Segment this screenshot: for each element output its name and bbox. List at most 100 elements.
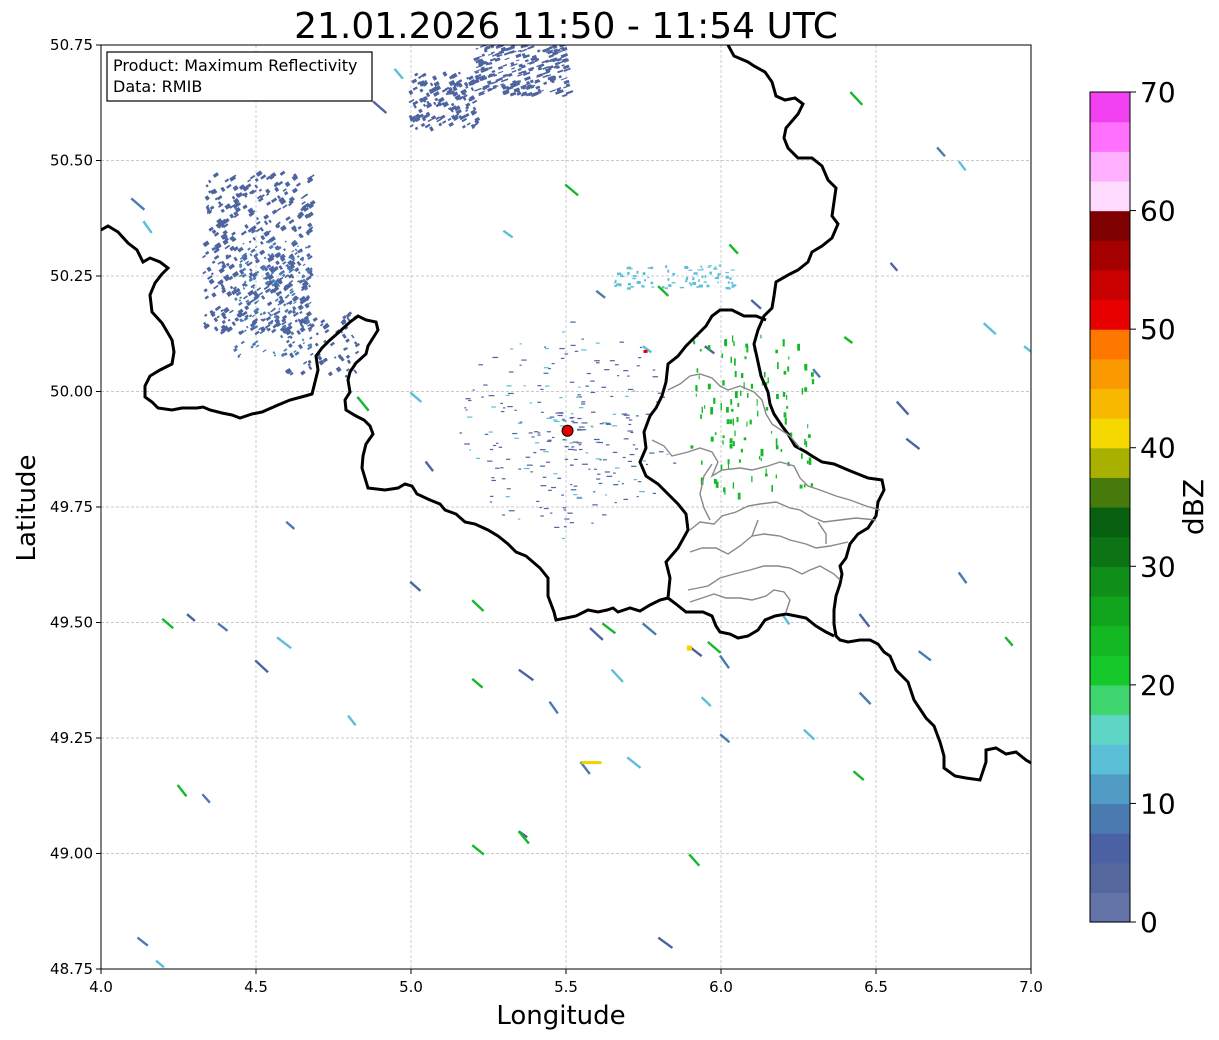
radar-echo — [710, 407, 714, 415]
radar-echo — [606, 475, 613, 477]
radar-echo — [484, 433, 489, 435]
radar-echo — [632, 275, 637, 277]
radar-echo — [799, 484, 803, 489]
radar-echo — [639, 346, 643, 349]
radar-echo — [743, 437, 747, 441]
radar-echo — [698, 375, 700, 380]
map-plot-area: 4.0 4.5 5.0 5.5 6.0 6.5 7.0 48.75 49.00 49.25 49.… — [50, 36, 1043, 996]
radar-echo — [722, 440, 724, 445]
colorbar-cell — [1090, 329, 1130, 360]
radar-echo — [734, 370, 737, 378]
radar-echo — [546, 431, 551, 433]
info-box-source: Data: RMIB — [113, 77, 202, 96]
radar-echo — [649, 452, 655, 454]
radar-echo — [627, 430, 633, 432]
colorbar-cell — [1090, 744, 1130, 775]
colorbar-cell — [1090, 269, 1130, 301]
radar-echo — [706, 284, 710, 288]
radar-echo — [664, 287, 668, 289]
radar-echo — [533, 451, 537, 454]
radar-echo — [632, 277, 636, 280]
radar-echo — [767, 377, 769, 384]
radar-echo — [472, 389, 475, 391]
radar-echo — [775, 445, 779, 450]
radar-echo — [715, 481, 719, 488]
radar-echo — [578, 407, 584, 409]
radar-echo — [564, 518, 570, 520]
radar-echo — [488, 431, 493, 433]
radar-echo — [493, 444, 497, 447]
radar-echo — [562, 507, 567, 509]
radar-echo — [747, 392, 749, 398]
radar-echo — [572, 422, 578, 424]
radar-echo — [722, 435, 725, 439]
radar-echo — [590, 411, 596, 413]
radar-echo — [542, 476, 547, 478]
radar-echo — [592, 504, 598, 506]
radar-echo — [771, 485, 774, 492]
radar-echo — [595, 458, 601, 460]
radar-echo — [690, 283, 693, 287]
radar-echo — [590, 380, 595, 382]
radar-echo — [465, 409, 468, 411]
radar-echo — [652, 369, 656, 371]
radar-echo — [491, 479, 496, 482]
radar-echo — [647, 277, 650, 279]
radar-map-figure: 21.01.2026 11:50 - 11:54 UTC 4.0 4.5 5.0… — [0, 0, 1219, 1040]
colorbar-cell — [1090, 358, 1130, 390]
radar-echo — [811, 372, 814, 377]
radar-echo — [708, 265, 712, 267]
radar-echo — [709, 271, 712, 275]
colorbar-cell — [1090, 566, 1130, 597]
radar-echo — [623, 414, 630, 416]
radar-echo — [588, 468, 591, 470]
radar-echo — [638, 481, 642, 483]
radar-echo — [604, 471, 610, 473]
radar-echo — [726, 419, 730, 425]
radar-echo — [692, 282, 697, 285]
radar-echo — [636, 365, 640, 367]
radar-echo — [695, 393, 697, 397]
radar-echo — [557, 477, 562, 479]
radar-echo — [786, 406, 789, 409]
colorbar-cell — [1090, 151, 1130, 182]
radar-echo — [740, 373, 744, 379]
radar-echo — [787, 366, 790, 372]
map-title: 21.01.2026 11:50 - 11:54 UTC — [294, 6, 838, 47]
radar-echo — [466, 416, 473, 418]
radar-echo — [673, 462, 677, 464]
radar-echo — [808, 457, 812, 465]
radar-echo — [730, 282, 734, 284]
radar-echo — [684, 266, 689, 269]
radar-echo — [576, 396, 580, 398]
radar-echo — [750, 383, 754, 389]
colorbar-cell — [1090, 210, 1130, 241]
radar-echo — [622, 456, 626, 459]
radar-echo — [595, 342, 600, 344]
colorbar-tick-label: 40 — [1140, 432, 1176, 465]
radar-echo — [727, 459, 730, 465]
radar-echo — [667, 278, 670, 281]
radar-echo — [718, 264, 722, 267]
radar-echo — [563, 526, 567, 528]
radar-echo — [745, 343, 749, 348]
colorbar-ticks: 0 10 20 30 40 50 60 70 — [1130, 76, 1176, 939]
y-tick-label: 50.25 — [50, 267, 93, 285]
radar-echo — [514, 409, 517, 411]
radar-echo — [572, 441, 579, 443]
radar-echo — [643, 279, 647, 282]
radar-echo — [614, 502, 617, 504]
radar-echo — [464, 407, 467, 409]
radar-echo — [543, 372, 549, 374]
radar-echo — [598, 482, 603, 485]
radar-echo — [797, 343, 801, 351]
radar-echo — [512, 432, 518, 435]
radar-echo — [614, 279, 617, 283]
radar-echo — [489, 501, 493, 503]
colorbar-cell — [1090, 299, 1130, 330]
radar-echo — [551, 486, 556, 489]
y-tick-label: 49.50 — [50, 614, 93, 632]
radar-echo — [740, 448, 743, 453]
radar-echo — [604, 494, 607, 496]
radar-echo — [554, 420, 560, 423]
